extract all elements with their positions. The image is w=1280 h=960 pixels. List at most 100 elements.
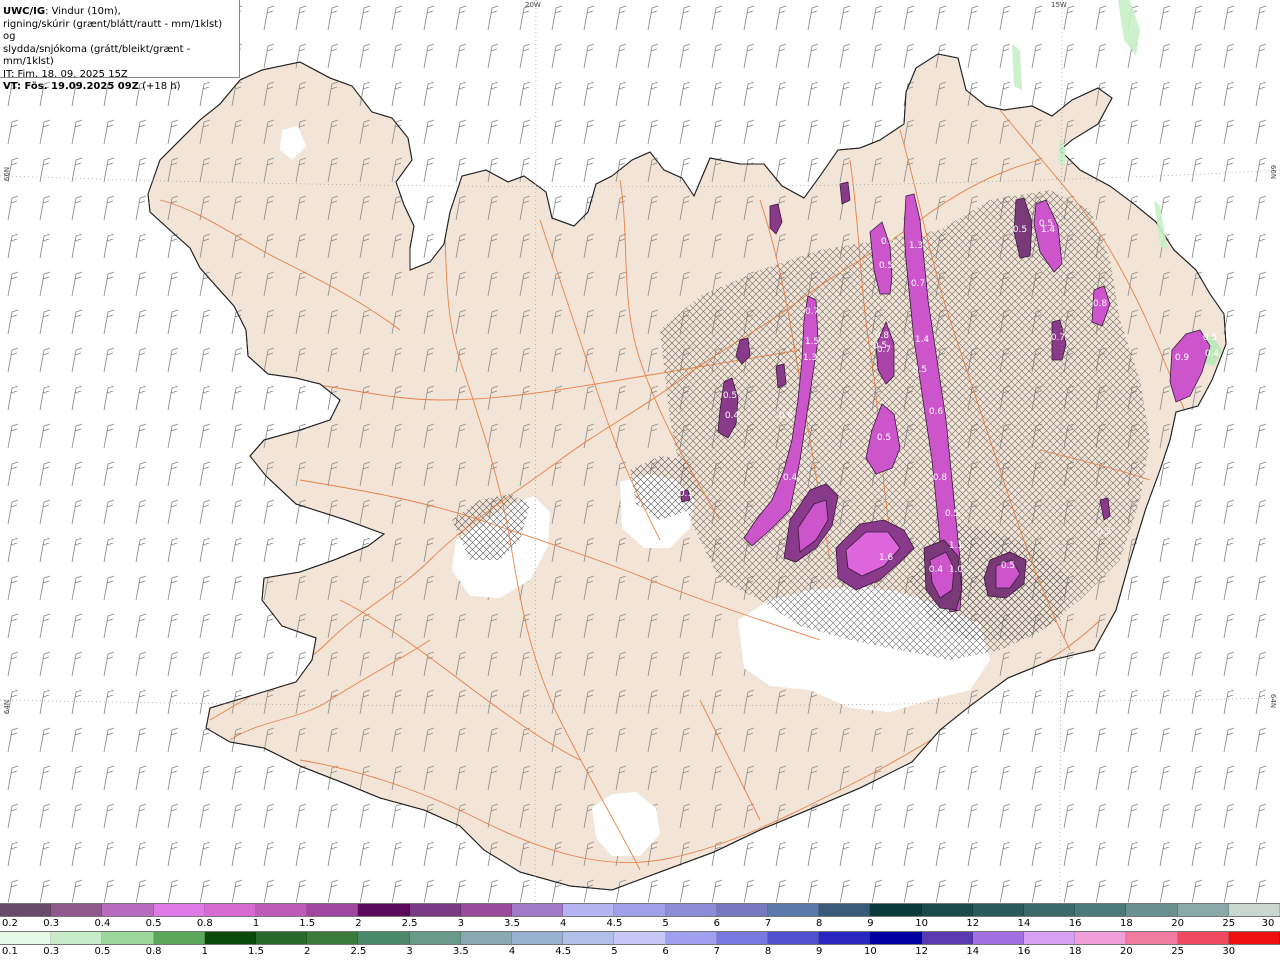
legend-swatch	[460, 932, 513, 944]
legend-swatch	[1024, 904, 1076, 916]
legend-swatch	[563, 932, 615, 944]
legend-swatch	[921, 904, 973, 916]
legend-swatch	[0, 904, 52, 916]
rain-legend-bar	[0, 931, 1280, 945]
precip-value-label: 1.1	[949, 541, 963, 551]
legend-swatch	[972, 932, 1025, 944]
legend-tick: 4.5	[555, 946, 572, 957]
legend-swatch	[204, 932, 257, 944]
legend-swatch	[1024, 932, 1076, 944]
legend-swatch	[512, 932, 564, 944]
legend-tick: 4	[508, 946, 516, 957]
legend-tick: 5	[662, 918, 669, 929]
legend-tick: 4.5	[606, 918, 623, 929]
snow-color-legend: 0.2 0.3 0.4 0.5 0.8 1 1.5 2 2.5 3 3.5 4 4.5 5 6 7 8 9 10 12…	[0, 903, 1280, 931]
legend-swatch	[1177, 904, 1229, 916]
precip-value-label: 0.6	[929, 407, 944, 417]
precip-value-label: 0.4	[725, 411, 740, 421]
legend-tick: 18	[1120, 918, 1133, 929]
legend-swatch	[614, 932, 666, 944]
title-line-2: rigning/skúrir (grænt/blátt/rautt - mm/1…	[3, 18, 223, 43]
precip-value-label: 1.3	[803, 353, 817, 363]
precip-value-label: 1.5	[805, 337, 819, 347]
legend-swatch	[614, 904, 666, 916]
legend-tick: 3.5	[452, 946, 469, 957]
legend-tick: 6	[713, 918, 720, 929]
legend-swatch	[1177, 932, 1229, 944]
legend-tick: 0.5	[94, 946, 111, 957]
legend-swatch	[665, 904, 717, 916]
legend-tick: 8	[816, 918, 823, 929]
legend-tick: 4	[560, 918, 567, 929]
legend-tick: 1	[201, 946, 208, 957]
precip-value-label: 0.7	[911, 279, 925, 289]
valid-time-line: VT: Fös. 19.09.2025 09Z (+18 h)	[3, 81, 236, 94]
legend-tick: 14	[1017, 918, 1031, 929]
lat-label-66n-left: 66N	[3, 166, 12, 182]
legend-tick: 1.5	[248, 946, 264, 957]
legend-swatch	[460, 904, 513, 916]
model-name: UWC/IG	[3, 6, 46, 17]
precip-value-label: 0.5	[945, 509, 959, 519]
legend-tick: 0.1	[2, 946, 18, 957]
legend-tick: 1.5	[299, 918, 316, 929]
legend-swatch	[256, 932, 308, 944]
legend-tick: 5	[611, 946, 618, 957]
legend-swatch	[819, 904, 871, 916]
legend-swatch	[102, 932, 154, 944]
legend-tick: 2	[304, 946, 311, 957]
precip-value-label: 1.3	[909, 241, 923, 251]
precip-value-label: 0.5	[1001, 561, 1015, 571]
legend-tick: 25	[1222, 918, 1236, 929]
legend-swatch	[153, 904, 205, 916]
legend-swatch	[1228, 904, 1280, 916]
precip-value-label: 0.5	[881, 237, 895, 247]
precip-value-label: 0.6	[779, 411, 794, 421]
legend-swatch	[358, 904, 410, 916]
legend-tick: 0.5	[145, 918, 162, 929]
legend-tick: 1	[252, 918, 260, 929]
legend-swatch	[563, 904, 615, 916]
legend-tick: 14	[966, 946, 980, 957]
lat-label-64n-right: 64N	[1269, 693, 1278, 709]
precip-value-label: 0.5	[1203, 333, 1217, 343]
legend-swatch	[1228, 932, 1280, 944]
legend-swatch	[51, 904, 103, 916]
legend-swatch	[0, 932, 52, 944]
legend-tick: 10	[864, 946, 877, 957]
legend-tick: 18	[1068, 946, 1082, 957]
legend-swatch	[307, 904, 359, 916]
legend-tick: 16	[1017, 946, 1031, 957]
legend-tick: 7	[713, 946, 720, 957]
legend-tick: 9	[867, 918, 874, 929]
legend-tick: 25	[1171, 946, 1184, 957]
legend-swatch	[716, 932, 769, 944]
legend-swatch	[153, 932, 205, 944]
precip-value-label: 1.4	[1041, 225, 1056, 235]
legend-swatch	[1075, 904, 1127, 916]
legend-tick: 6	[662, 946, 669, 957]
precip-value-label: 0.5	[873, 341, 887, 351]
title-line-3: slydda/snjókoma (grátt/bleikt/grænt - mm…	[3, 43, 191, 68]
precip-value-label: 0.5	[879, 261, 893, 271]
legend-swatch	[1126, 904, 1178, 916]
legend-tick: 2.5	[401, 918, 418, 929]
init-time: IT: Fim. 18. 09. 2025 15Z	[3, 68, 128, 80]
legend-tick: 0.4	[94, 918, 111, 929]
legend-tick: 2.5	[350, 946, 367, 957]
legend-tick: 3	[457, 918, 464, 929]
legend-swatch	[409, 904, 461, 916]
legend-tick: 7	[764, 918, 772, 929]
legend-tick: 20	[1120, 946, 1133, 957]
legend-swatch	[1075, 932, 1127, 944]
legend-tick: 8	[764, 946, 772, 957]
legend-tick: 0.3	[43, 918, 60, 929]
legend-swatch	[512, 904, 564, 916]
legend-swatch	[409, 932, 461, 944]
legend-swatch	[768, 904, 820, 916]
snow-legend-bar	[0, 903, 1280, 917]
legend-tick: 30	[1261, 918, 1275, 929]
legend-swatch	[768, 932, 820, 944]
legend-tick: 0.3	[43, 946, 60, 957]
lead-time: (+18 h)	[142, 81, 181, 92]
